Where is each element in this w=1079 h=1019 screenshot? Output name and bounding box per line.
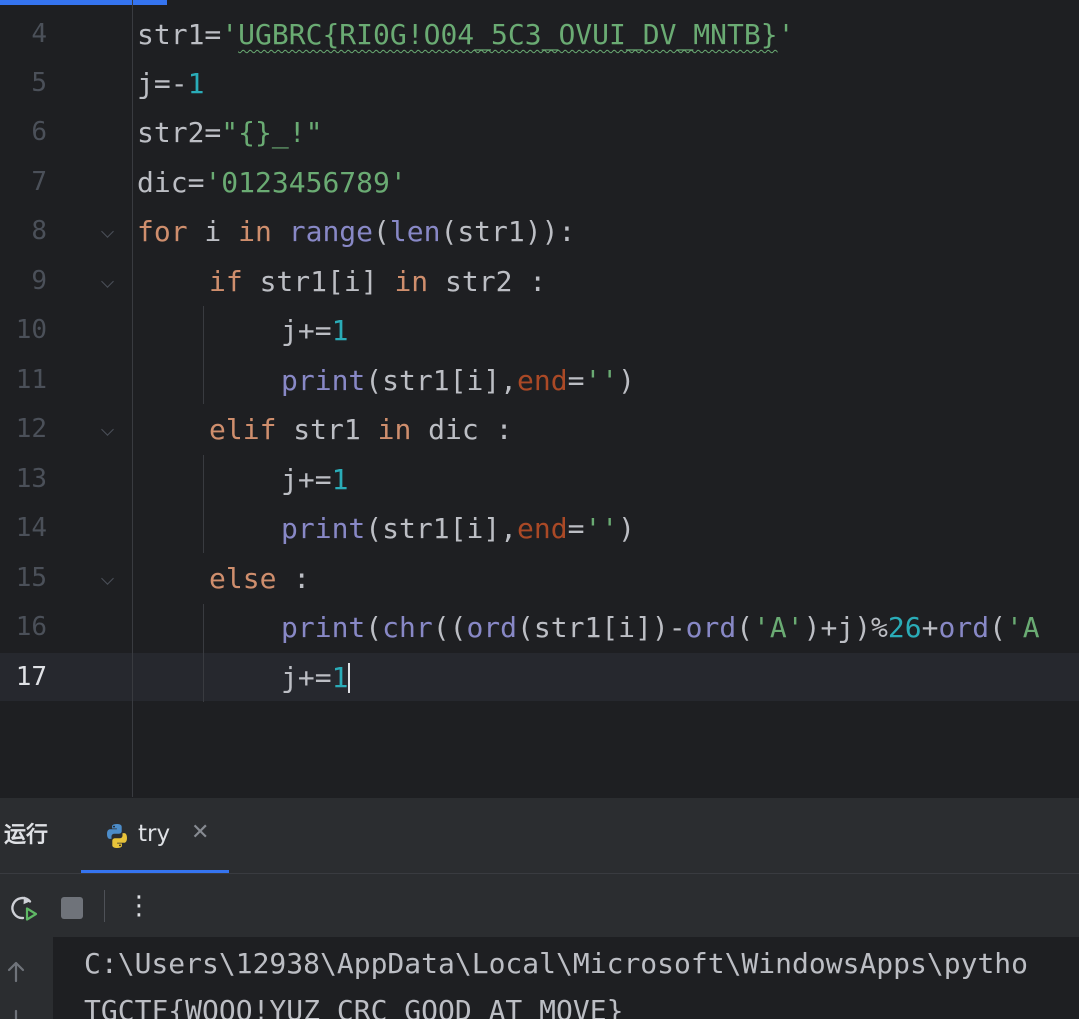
line-number: 7 (31, 167, 47, 197)
loading-progress-bar (0, 0, 167, 5)
line-number: 8 (31, 216, 47, 246)
line-number: 15 (15, 563, 47, 593)
code-text: j+=1 (281, 314, 349, 347)
code-line[interactable]: 7 dic='0123456789' (0, 158, 1079, 207)
code-text: j+=1 (281, 661, 351, 694)
line-number: 6 (31, 117, 47, 147)
line-number: 17 (15, 662, 47, 692)
arrow-down-icon[interactable] (4, 1007, 28, 1019)
fold-chevron-icon[interactable] (101, 423, 114, 436)
arrow-up-icon[interactable] (4, 957, 28, 985)
run-tab-label: try (138, 821, 171, 847)
code-text: j=-1 (137, 67, 205, 100)
code-text: print(str1[i],end='') (281, 364, 636, 397)
code-text: else : (209, 562, 311, 595)
fold-chevron-icon[interactable] (101, 225, 114, 238)
line-number: 5 (31, 68, 47, 98)
run-panel-header: 运行 try ✕ (0, 797, 1079, 874)
code-text: if str1[i] in str2 : (209, 265, 547, 298)
fold-chevron-icon[interactable] (101, 572, 114, 585)
code-text: print(str1[i],end='') (281, 512, 636, 545)
python-icon (107, 824, 127, 848)
line-number: 11 (15, 365, 47, 395)
code-line[interactable]: 11 print(str1[i],end='') (0, 356, 1079, 405)
text-caret (348, 663, 351, 693)
code-text: j+=1 (281, 463, 349, 496)
code-editor[interactable]: 4 str1='UGBRC{RI0G!O04_5C3_OVUI_DV_MNTB}… (0, 0, 1079, 797)
console-side-toolbar (0, 937, 53, 1019)
more-options-icon[interactable]: ⋮ (126, 889, 152, 923)
code-line[interactable]: 16 print(chr((ord(str1[i])-ord('A')+j)%2… (0, 603, 1079, 652)
code-line[interactable]: 8 for i in range(len(str1)): (0, 207, 1079, 256)
line-number: 16 (15, 612, 47, 642)
console-line: TGCTF{WOOO!YUZ_CRC_GOOD_AT_MOVE} (84, 994, 624, 1019)
code-line[interactable]: 9 if str1[i] in str2 : (0, 257, 1079, 306)
code-text: elif str1 in dic : (209, 413, 513, 446)
code-line[interactable]: 13 j+=1 (0, 455, 1079, 504)
line-number: 14 (15, 513, 47, 543)
code-text: str1='UGBRC{RI0G!O04_5C3_OVUI_DV_MNTB}' (137, 18, 795, 51)
code-line[interactable]: 10 j+=1 (0, 306, 1079, 355)
code-line[interactable]: 6 str2="{}_!" (0, 108, 1079, 157)
code-line[interactable]: 5 j=-1 (0, 59, 1079, 108)
stop-icon[interactable] (61, 897, 83, 919)
console-output[interactable]: C:\Users\12938\AppData\Local\Microsoft\W… (0, 937, 1079, 1019)
code-line[interactable]: 4 str1='UGBRC{RI0G!O04_5C3_OVUI_DV_MNTB}… (0, 10, 1079, 59)
line-number: 10 (15, 315, 47, 345)
console-line: C:\Users\12938\AppData\Local\Microsoft\W… (84, 947, 1029, 980)
run-panel-title: 运行 (4, 823, 49, 848)
code-text: dic='0123456789' (137, 166, 407, 199)
line-number: 4 (31, 19, 47, 49)
code-text: for i in range(len(str1)): (137, 215, 576, 248)
fold-chevron-icon[interactable] (101, 275, 114, 288)
code-text: print(chr((ord(str1[i])-ord('A')+j)%26+o… (281, 611, 1040, 644)
code-line[interactable]: 15 else : (0, 554, 1079, 603)
rerun-icon[interactable] (8, 892, 40, 924)
run-toolbar: ⋮ (0, 873, 1079, 938)
code-line-current[interactable]: 17 j+=1 (0, 653, 1079, 702)
code-line[interactable]: 14 print(str1[i],end='') (0, 504, 1079, 553)
code-text: str2="{}_!" (137, 116, 323, 149)
close-icon[interactable]: ✕ (191, 820, 209, 845)
code-line[interactable]: 12 elif str1 in dic : (0, 405, 1079, 454)
line-number: 9 (31, 266, 47, 296)
line-number: 12 (15, 414, 47, 444)
run-tab-try[interactable]: try ✕ (81, 798, 229, 874)
line-number: 13 (15, 464, 47, 494)
toolbar-separator (104, 890, 105, 922)
